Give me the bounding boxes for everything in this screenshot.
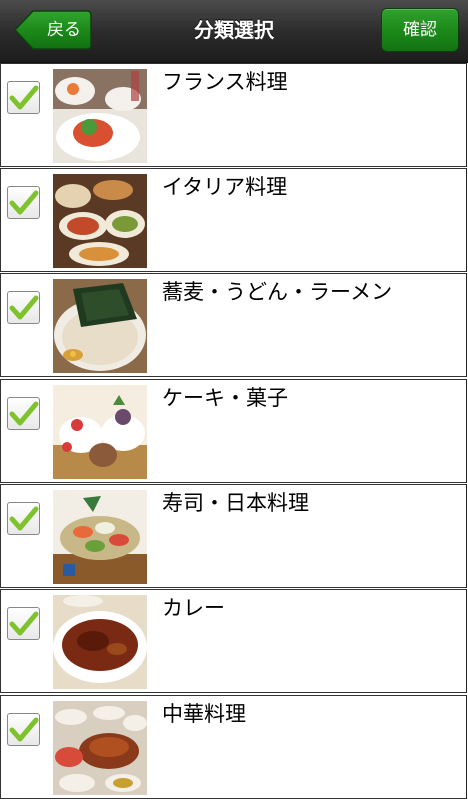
navigation-bar: 戻る 分類選択 確認 bbox=[0, 0, 468, 63]
curry-photo bbox=[53, 595, 147, 689]
category-label: フランス料理 bbox=[162, 70, 288, 94]
category-checkbox[interactable] bbox=[7, 81, 40, 114]
category-label: 寿司・日本料理 bbox=[162, 491, 309, 515]
chinese-food-photo bbox=[53, 701, 147, 795]
category-row-french[interactable]: フランス料理 bbox=[0, 63, 467, 167]
checkmark-icon bbox=[9, 295, 39, 320]
category-checkbox[interactable] bbox=[7, 186, 40, 219]
checkmark-icon bbox=[9, 85, 39, 110]
category-label: イタリア料理 bbox=[162, 175, 288, 199]
checkmark-icon bbox=[9, 506, 39, 531]
category-checkbox[interactable] bbox=[7, 502, 40, 535]
checkmark-icon bbox=[9, 611, 39, 636]
category-checkbox[interactable] bbox=[7, 713, 40, 746]
category-row-noodles[interactable]: 蕎麦・うどん・ラーメン bbox=[0, 273, 467, 377]
category-label: 蕎麦・うどん・ラーメン bbox=[162, 280, 393, 304]
checkmark-icon bbox=[9, 190, 39, 215]
category-checkbox[interactable] bbox=[7, 397, 40, 430]
category-label: 中華料理 bbox=[162, 702, 246, 726]
category-row-sushi[interactable]: 寿司・日本料理 bbox=[0, 484, 467, 588]
italian-food-photo bbox=[53, 174, 147, 268]
confirm-button[interactable]: 確認 bbox=[381, 8, 459, 52]
category-label: カレー bbox=[162, 596, 225, 620]
category-row-curry[interactable]: カレー bbox=[0, 589, 467, 693]
french-food-photo bbox=[53, 69, 147, 163]
checkmark-icon bbox=[9, 717, 39, 742]
category-checkbox[interactable] bbox=[7, 607, 40, 640]
category-checkbox[interactable] bbox=[7, 291, 40, 324]
sushi-photo bbox=[53, 490, 147, 584]
checkmark-icon bbox=[9, 401, 39, 426]
category-list: フランス料理 イタリア料理 蕎麦・うどん・ラーメン ケーキ・菓子 寿司・日本料理… bbox=[0, 63, 468, 800]
category-row-cake[interactable]: ケーキ・菓子 bbox=[0, 379, 467, 483]
category-label: ケーキ・菓子 bbox=[162, 386, 288, 410]
noodle-photo bbox=[53, 279, 147, 373]
category-row-italian[interactable]: イタリア料理 bbox=[0, 168, 467, 272]
cake-photo bbox=[53, 385, 147, 479]
category-row-chinese[interactable]: 中華料理 bbox=[0, 695, 467, 799]
